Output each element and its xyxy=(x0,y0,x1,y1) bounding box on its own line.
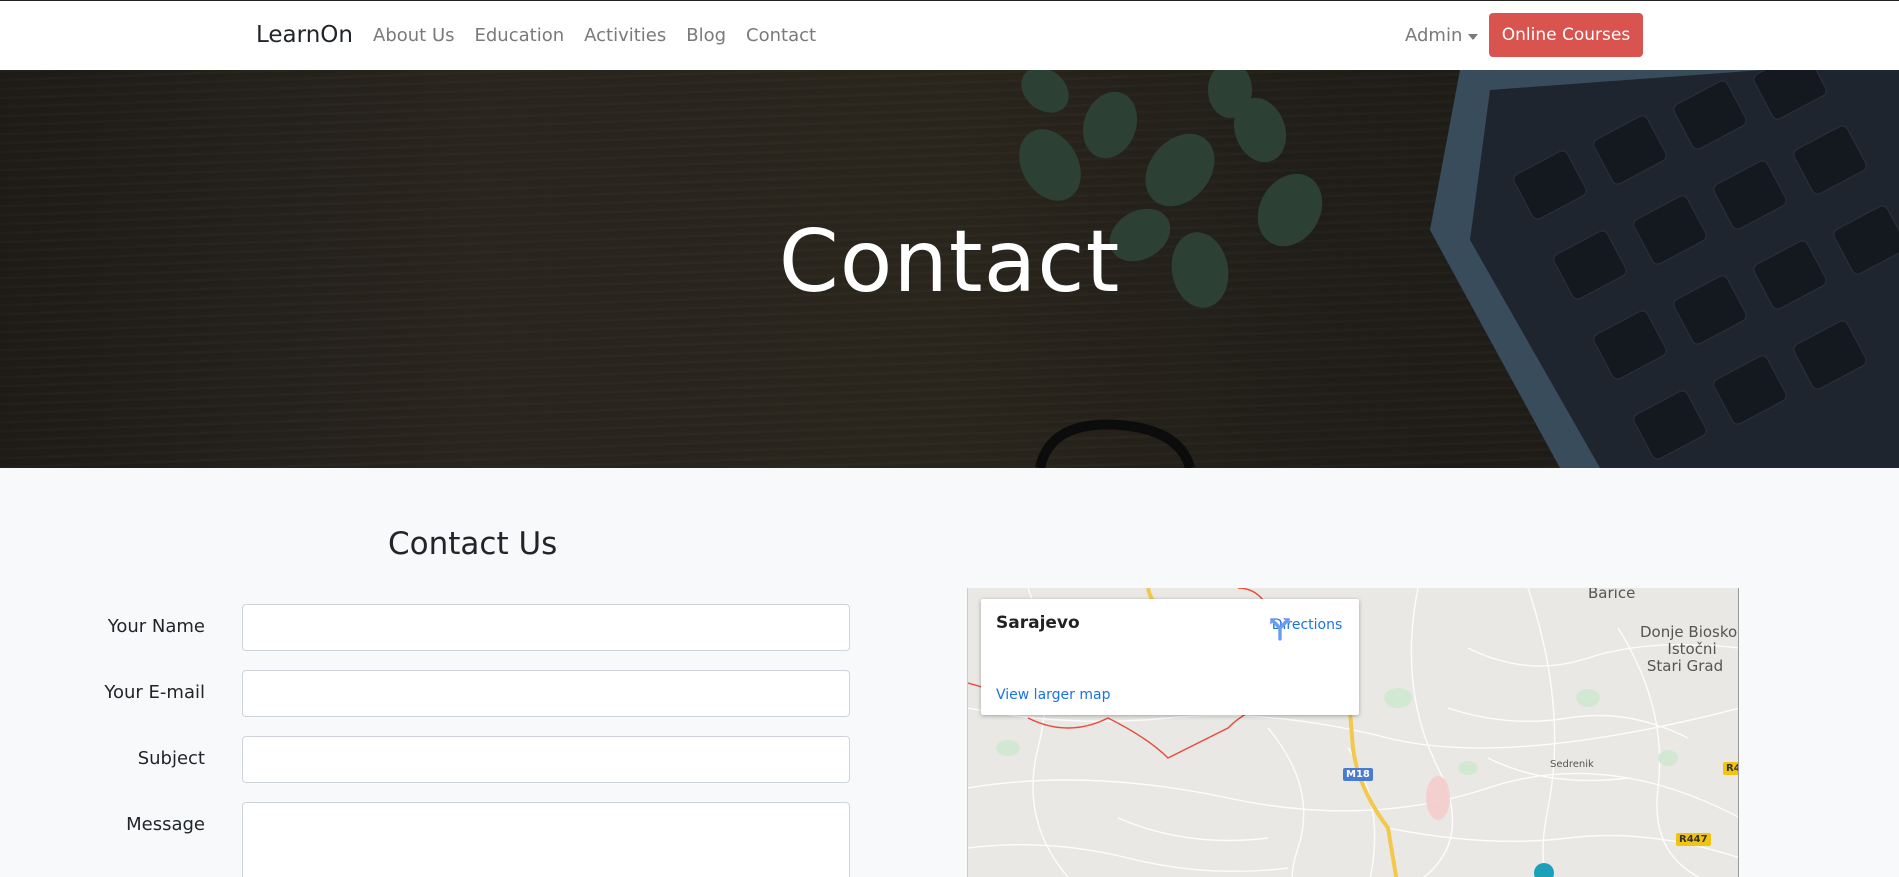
road-badge-m18: M18 xyxy=(1343,768,1373,781)
form-row-name: Your Name xyxy=(0,604,850,651)
map-label-donje-biosko: Donje Biosko, xyxy=(1640,623,1739,641)
map-label-donje-biosko-text: Donje Biosko, xyxy=(1640,623,1739,641)
road-badge-r4: R4 xyxy=(1723,762,1738,775)
hero-banner: Contact xyxy=(0,70,1899,468)
subject-input[interactable] xyxy=(242,736,850,783)
contact-us-title: Contact Us xyxy=(388,526,558,562)
nav-contact[interactable]: Contact xyxy=(746,25,816,46)
map-pin-icon xyxy=(1534,863,1554,877)
email-input[interactable] xyxy=(242,670,850,717)
map-label-istocni: Istočni xyxy=(1667,640,1717,658)
subject-label: Subject xyxy=(137,748,205,769)
admin-dropdown[interactable]: Admin xyxy=(1405,25,1479,46)
hero-title: Contact xyxy=(778,212,1121,312)
brand-link[interactable]: LearnOn xyxy=(256,22,353,48)
embedded-map[interactable]: Barice Donje Biosko, Istočni Stari Grad … xyxy=(967,588,1739,877)
map-label-stari-grad: Stari Grad xyxy=(1646,657,1724,675)
nav-links: About Us Education Activities Blog Conta… xyxy=(373,25,836,46)
form-row-message: Message xyxy=(0,802,850,877)
nav-blog[interactable]: Blog xyxy=(686,25,726,46)
nav-education[interactable]: Education xyxy=(475,25,565,46)
map-label-sedrenik: Sedrenik xyxy=(1550,759,1594,770)
road-badge-r447: R447 xyxy=(1676,833,1711,846)
name-label: Your Name xyxy=(107,616,205,637)
nav-activities[interactable]: Activities xyxy=(584,25,666,46)
email-label: Your E-mail xyxy=(104,682,205,703)
caret-down-icon xyxy=(1468,33,1479,40)
nav-about-us[interactable]: About Us xyxy=(373,25,455,46)
map-label-barice: Barice xyxy=(1588,588,1636,602)
online-courses-button[interactable]: Online Courses xyxy=(1489,13,1643,57)
form-row-email: Your E-mail xyxy=(0,670,850,717)
directions-button[interactable]: Directions xyxy=(1267,615,1347,641)
admin-label: Admin xyxy=(1405,25,1463,46)
view-larger-map-link[interactable]: View larger map xyxy=(996,687,1110,703)
map-city-name: Sarajevo xyxy=(996,613,1080,633)
message-label: Message xyxy=(126,814,205,835)
name-input[interactable] xyxy=(242,604,850,651)
directions-icon xyxy=(1270,618,1290,641)
navbar: LearnOn About Us Education Activities Bl… xyxy=(0,0,1899,70)
form-row-subject: Subject xyxy=(0,736,850,783)
message-textarea[interactable] xyxy=(242,802,850,877)
map-info-card: Sarajevo Directions View larger map xyxy=(981,599,1359,715)
